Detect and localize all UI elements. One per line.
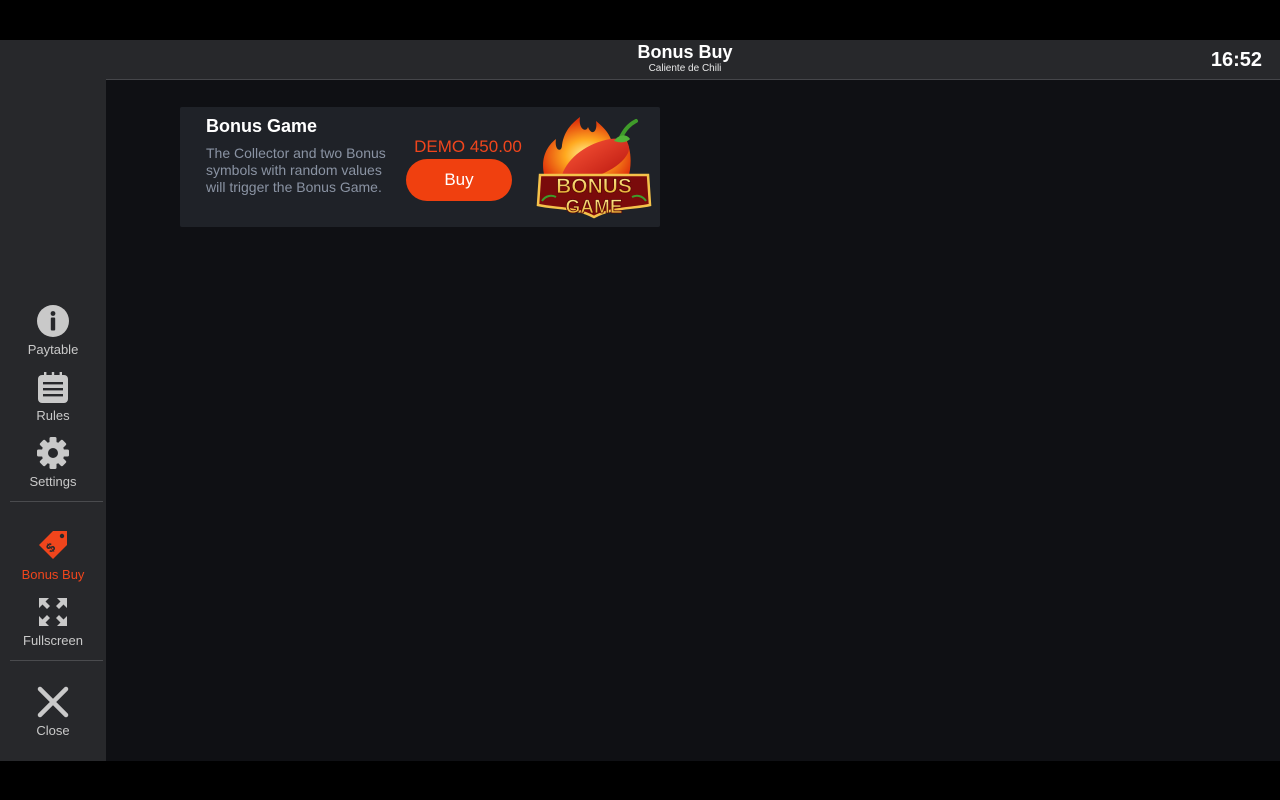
sidebar-item-bonus-buy[interactable]: $ Bonus Buy bbox=[0, 529, 106, 582]
sidebar-item-fullscreen[interactable]: Fullscreen bbox=[0, 595, 106, 648]
gear-icon bbox=[36, 436, 70, 470]
svg-text:GAME: GAME bbox=[566, 197, 623, 218]
svg-text:BONUS: BONUS bbox=[556, 175, 632, 198]
page-title: Bonus Buy bbox=[637, 42, 733, 62]
sidebar-item-label: Fullscreen bbox=[23, 633, 83, 648]
rules-list-icon bbox=[36, 370, 70, 404]
sidebar-item-label: Close bbox=[36, 723, 70, 738]
sidebar: Paytable Rules Settings $ Bonus Buy Full… bbox=[0, 40, 106, 761]
close-icon bbox=[36, 685, 70, 719]
bonus-game-logo: BONUS GAME bbox=[532, 109, 656, 225]
sidebar-divider bbox=[10, 501, 103, 502]
buy-button[interactable]: Buy bbox=[406, 159, 512, 201]
sidebar-item-label: Settings bbox=[29, 474, 77, 489]
sidebar-item-close[interactable]: Close bbox=[0, 685, 106, 738]
sidebar-item-label: Rules bbox=[36, 408, 70, 423]
card-description: The Collector and two Bonus symbols with… bbox=[206, 145, 386, 195]
game-name: Caliente de Chili bbox=[648, 63, 722, 74]
sidebar-item-label: Paytable bbox=[27, 342, 79, 357]
bonus-price: DEMO 450.00 bbox=[414, 137, 522, 156]
bonus-game-card: Bonus Game The Collector and two Bonus s… bbox=[180, 107, 660, 227]
info-icon bbox=[36, 304, 70, 338]
clock: 16:52 bbox=[1210, 49, 1262, 71]
price-tag-icon: $ bbox=[36, 529, 70, 563]
app-frame: Paytable Rules Settings $ Bonus Buy Full… bbox=[0, 40, 1280, 761]
fullscreen-icon bbox=[36, 595, 70, 629]
header-bar: Bonus Buy Caliente de Chili 16:52 bbox=[106, 40, 1280, 80]
card-title: Bonus Game bbox=[206, 116, 318, 136]
sidebar-divider bbox=[10, 660, 103, 661]
sidebar-item-paytable[interactable]: Paytable bbox=[0, 304, 106, 357]
sidebar-item-rules[interactable]: Rules bbox=[0, 370, 106, 423]
sidebar-item-settings[interactable]: Settings bbox=[0, 436, 106, 489]
sidebar-item-label: Bonus Buy bbox=[21, 567, 85, 582]
